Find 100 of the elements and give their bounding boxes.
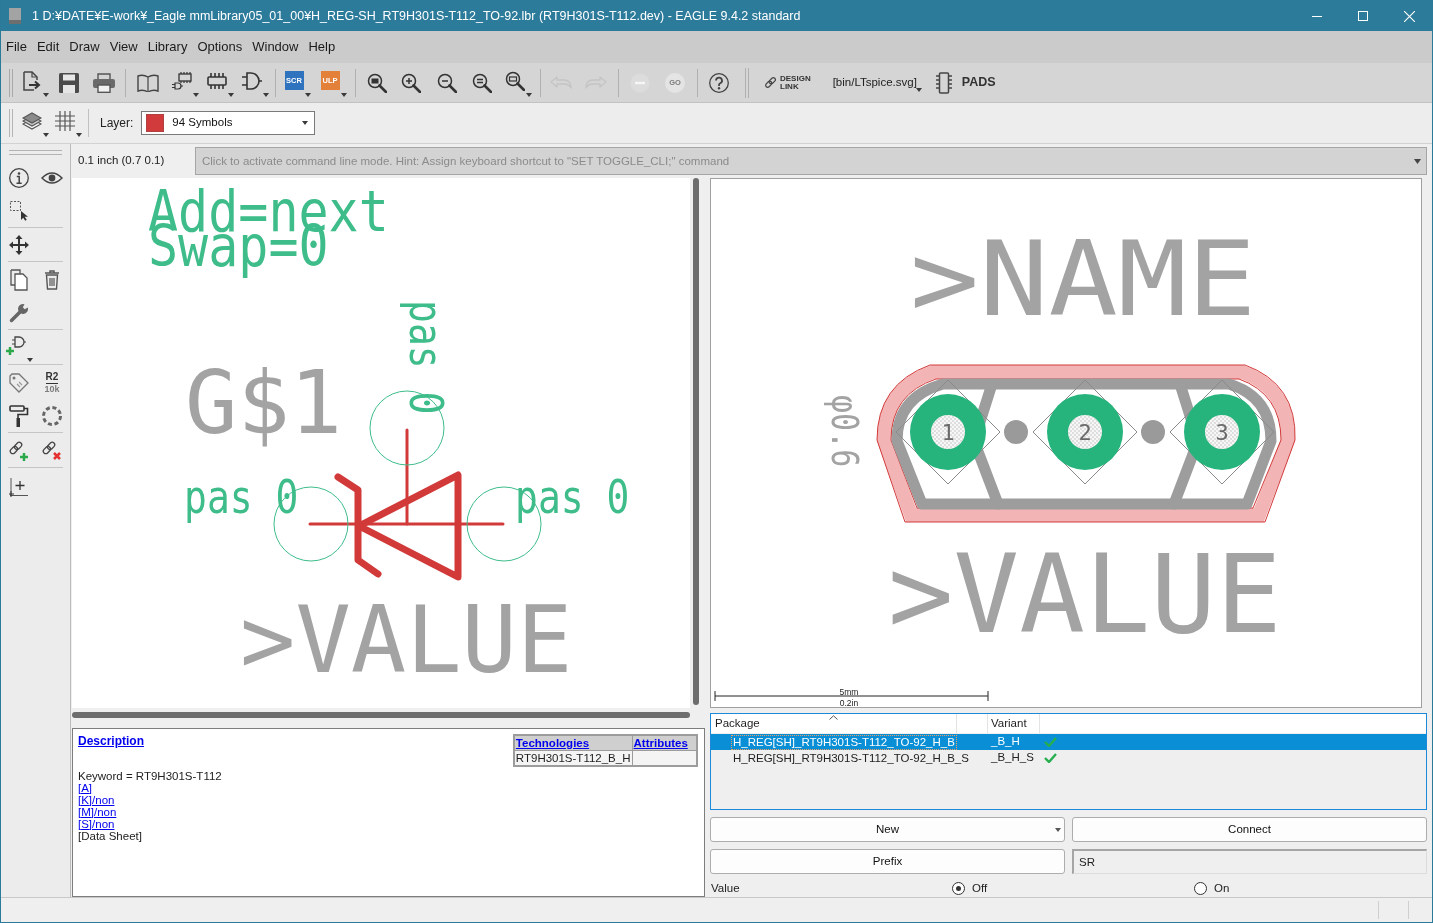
gate-icon — [242, 71, 262, 90]
caret-icon[interactable] — [341, 92, 347, 97]
pad-number: 1 — [941, 420, 955, 445]
window-title: 1 D:¥DATE¥E-work¥_Eagle mmLibrary05_01_00¥H_REG-SH_RT9H301S-T112_TO-92.lbr (RT9H301S-T112.dev) - EAGLE 9.4.2 standard — [32, 7, 801, 25]
gate-name-label: G$1 — [185, 352, 343, 454]
menu-item[interactable]: Library — [142, 31, 193, 63]
pad-number: 2 — [1078, 420, 1092, 445]
description-text: Keyword = RT9H301S-T112 — [78, 770, 222, 782]
connect-button[interactable]: Connect — [1072, 817, 1427, 842]
menu-item[interactable]: View — [104, 31, 143, 63]
menu-item[interactable]: Draw — [64, 31, 105, 63]
new-variant-button[interactable]: New — [710, 817, 1065, 842]
description-link[interactable]: [M]/non — [78, 806, 117, 818]
chip-gate-icon — [172, 70, 192, 91]
zoom-out-icon — [437, 72, 457, 93]
command-field[interactable]: Click to activate command line mode. Hint: Assign keyboard shortcut to "SET TOGGLE_CLI;" command — [195, 147, 1427, 175]
chip-icon — [207, 72, 227, 89]
sort-icon — [829, 715, 838, 720]
stop-icon — [630, 72, 650, 93]
pad-number: 3 — [1215, 420, 1229, 445]
copy-icon — [10, 268, 28, 291]
save-icon — [59, 72, 79, 93]
select-icon — [10, 200, 28, 221]
caret-icon[interactable] — [193, 92, 199, 97]
caret-icon[interactable] — [27, 357, 33, 362]
caret-icon[interactable] — [1414, 159, 1421, 164]
wrench-icon — [9, 302, 29, 323]
new-button[interactable] — [21, 68, 49, 97]
layers-icon — [22, 112, 42, 130]
variant-name: _B_H_S — [991, 750, 1034, 766]
origin-mark-icon — [9, 476, 29, 497]
zoom-fit-icon — [367, 72, 387, 93]
prefix-button[interactable]: Prefix — [710, 849, 1065, 874]
variant-name: _B_H — [991, 734, 1020, 750]
column-header[interactable]: Variant — [988, 714, 1040, 733]
field-label: Value — [710, 880, 741, 896]
eye-icon — [41, 170, 63, 185]
menu-item[interactable]: Window — [247, 31, 304, 63]
radio-button[interactable] — [952, 882, 965, 895]
package-row[interactable]: H_REG[SH]_RT9H301S-T112_TO-92_H_B _B_H — [711, 734, 1426, 750]
print-icon — [93, 72, 115, 93]
move-icon — [9, 234, 29, 255]
add-button[interactable] — [5, 333, 33, 362]
close-icon — [1403, 10, 1415, 22]
delete-icon — [44, 269, 60, 290]
description-link[interactable]: [K]/non — [78, 794, 115, 806]
tag-icon — [9, 372, 29, 393]
description-text: [Data Sheet] — [78, 830, 142, 842]
chip-icon — [935, 71, 952, 94]
package-canvas[interactable]: >NAME 1 2 3 φ0.6 >VALUE 5mm 0.2in — [710, 178, 1422, 708]
description-link[interactable]: Description — [78, 735, 144, 747]
caret-icon[interactable] — [43, 133, 49, 137]
link-icon — [764, 76, 777, 89]
caret-icon[interactable] — [1055, 828, 1061, 832]
value-tool-button[interactable]: R2 10k — [38, 368, 66, 397]
zoom-equal-icon — [472, 72, 492, 93]
package-name: H_REG[SH]_RT9H301S-T112_TO-92_H_B_S — [732, 750, 970, 766]
caret-icon[interactable] — [76, 133, 82, 137]
column-header[interactable]: Package — [711, 714, 957, 733]
grid-button[interactable] — [54, 109, 82, 137]
coordinate-display: 0.1 inch (0.7 0.1) — [78, 153, 166, 169]
table-cell: RT9H301S-T112_B_H — [515, 752, 631, 764]
description-link[interactable]: [A] — [78, 782, 93, 794]
layer-dropdown[interactable]: 94 Symbols — [141, 111, 316, 135]
zoom-in-icon — [401, 72, 421, 93]
caret-icon[interactable] — [43, 92, 49, 97]
pin-label: pas 0 — [515, 470, 630, 524]
design-link-button[interactable]: DESIGN LINK — [764, 68, 811, 97]
script-menu-button[interactable]: [bin/LTspice.svg] — [832, 68, 922, 97]
scale-label: 0.2in — [839, 698, 859, 707]
new-file-icon — [22, 70, 42, 91]
menu-item[interactable]: Options — [192, 31, 248, 63]
description-link[interactable]: [S]/non — [78, 818, 115, 830]
link-add-icon — [9, 440, 29, 461]
radio-label[interactable]: Off — [972, 879, 988, 898]
menu-item[interactable]: Help — [303, 31, 341, 63]
caret-icon[interactable] — [263, 92, 269, 97]
prefix-field[interactable]: SR — [1072, 849, 1427, 874]
app-icon — [9, 8, 21, 24]
menu-item[interactable]: File — [1, 31, 32, 63]
radio-button[interactable] — [1194, 882, 1207, 895]
scale-label: 5mm — [839, 687, 859, 697]
caret-icon[interactable] — [305, 92, 311, 97]
caret-icon[interactable] — [228, 92, 234, 97]
minimize-icon — [1312, 15, 1322, 17]
drill-label: φ0.6 — [823, 395, 868, 468]
scrollbar[interactable] — [72, 712, 690, 718]
pads-button[interactable]: PADS — [935, 68, 996, 97]
link-remove-icon — [42, 440, 62, 461]
book-icon — [137, 73, 159, 92]
radio-label[interactable]: On — [1214, 879, 1230, 898]
caret-icon[interactable] — [915, 87, 922, 92]
menu-item[interactable]: Edit — [31, 31, 65, 63]
caret-icon[interactable] — [302, 121, 309, 125]
package-row[interactable]: H_REG[SH]_RT9H301S-T112_TO-92_H_B_S _B_H_S — [711, 750, 1426, 766]
layer-label: Layer: — [100, 115, 134, 132]
maximize-icon — [1358, 11, 1368, 21]
scrollbar[interactable] — [693, 178, 699, 705]
dashed-ring-icon — [42, 405, 62, 426]
caret-icon[interactable] — [526, 92, 532, 97]
